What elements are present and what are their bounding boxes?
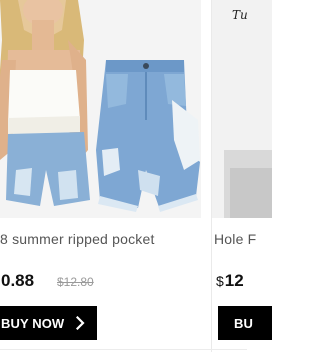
buy-now-button[interactable]: BUY NOW (0, 306, 97, 340)
product-card[interactable]: Tu Hole F $12 BU (211, 0, 272, 352)
original-price: $12.80 (57, 275, 94, 289)
buy-now-label: BUY NOW (1, 315, 65, 331)
product-title[interactable]: 8 summer ripped pocket (0, 231, 196, 247)
buy-now-button[interactable]: BU (218, 306, 272, 340)
buy-now-label: BU (234, 315, 253, 331)
product-card[interactable]: 8 summer ripped pocket 0.88 $12.80 BUY N… (0, 0, 201, 352)
price-value: 12 (224, 271, 244, 290)
row-divider (0, 349, 247, 350)
denim-shorts-photo (0, 0, 201, 218)
price-currency: $ (216, 273, 224, 289)
chevron-right-icon (76, 316, 85, 330)
product-image[interactable]: Tu (212, 0, 272, 218)
price-value: 0.88 (1, 271, 35, 290)
product-price: $12 (216, 271, 244, 291)
brand-watermark: Tu (232, 8, 248, 22)
product-price: 0.88 (0, 271, 34, 291)
product-title[interactable]: Hole F (214, 231, 272, 247)
product-photo (212, 0, 272, 218)
product-image[interactable] (0, 0, 201, 218)
